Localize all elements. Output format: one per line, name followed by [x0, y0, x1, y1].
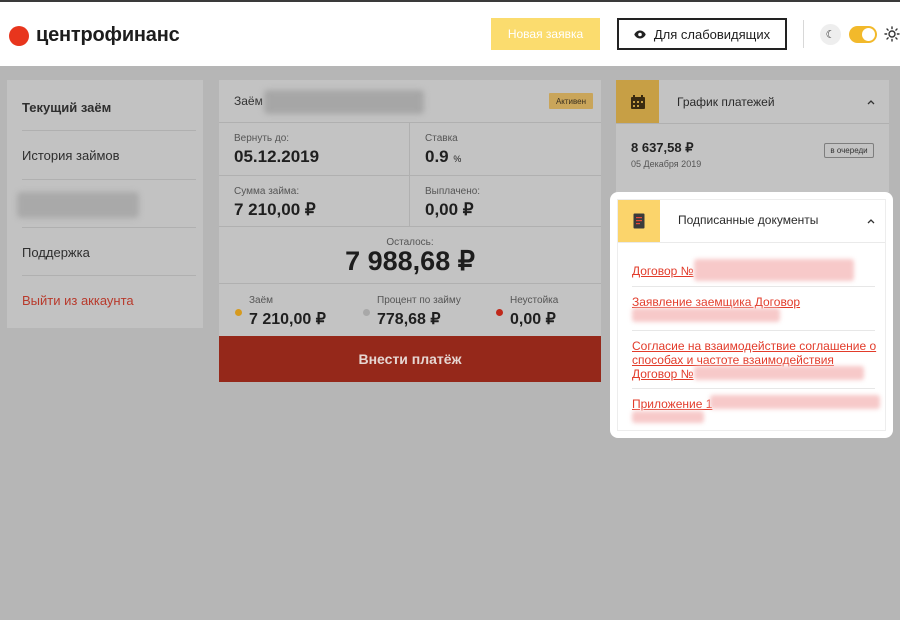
low-vision-label: Для слабовидящих [653, 26, 771, 42]
card-divider [219, 175, 601, 176]
loan-title: Заём [234, 94, 263, 108]
document-link-consent[interactable]: Согласие на взаимодействие соглашение о [632, 339, 876, 353]
schedule-amount: 8 637,58 ₽ [631, 140, 694, 155]
rate-unit: % [453, 154, 462, 164]
breakdown-interest-value: 778,68 ₽ [377, 311, 441, 328]
top-header: центрофинанс Новая заявка Для слабовидящ… [0, 0, 900, 66]
rate-number: 0.9 [425, 147, 449, 166]
header-divider [803, 20, 804, 48]
card-divider [409, 122, 410, 226]
breakdown-penalty-value: 0,00 ₽ [510, 311, 556, 328]
card-divider [616, 123, 889, 124]
brand-name: центрофинанс [36, 24, 180, 46]
theme-toggle-knob [862, 28, 875, 41]
paid-value: 0,00 ₽ [425, 200, 474, 219]
loan-number-redacted [264, 90, 424, 114]
new-request-button[interactable]: Новая заявка [491, 18, 600, 50]
rate-label: Ставка [425, 133, 458, 144]
breakdown-loan-dot [235, 309, 242, 316]
brand-logo[interactable]: центрофинанс [9, 24, 180, 47]
menu-item-logout[interactable]: Выйти из аккаунта [22, 293, 196, 308]
document-icon-glyph [633, 213, 645, 229]
document-link-consent-line2[interactable]: способах и частоте взаимодействия [632, 353, 834, 367]
document-link-contract[interactable]: Договор № [632, 264, 694, 278]
document-link-appendix[interactable]: Приложение 1 [632, 397, 712, 411]
card-divider [618, 242, 885, 243]
chevron-up-icon[interactable] [866, 97, 876, 107]
schedule-date: 05 Декабря 2019 [631, 159, 702, 169]
menu-item-loan-history[interactable]: История займов [22, 148, 196, 163]
brand-logo-mark [9, 25, 29, 46]
payment-schedule-card: График платежей 8 637,58 ₽ 05 Декабря 20… [616, 80, 889, 192]
status-badge: Активен [549, 93, 593, 109]
card-divider [219, 122, 601, 123]
theme-toggle[interactable] [849, 26, 877, 43]
return-date-value: 05.12.2019 [234, 147, 320, 166]
signed-documents-panel: Подписанные документы Договор № Заявлени… [610, 192, 893, 438]
menu-divider [22, 179, 196, 180]
moon-icon: ☾ [825, 29, 836, 41]
eye-icon [634, 30, 646, 38]
chevron-up-icon[interactable] [866, 216, 876, 226]
breakdown-loan-label: Заём [249, 295, 274, 306]
menu-item-redacted[interactable] [17, 192, 139, 218]
document-divider [632, 388, 875, 389]
breakdown-interest-label: Процент по займу [377, 295, 461, 306]
menu-item-current-loan[interactable]: Текущий заём [22, 100, 196, 115]
breakdown-loan-value: 7 210,00 ₽ [249, 311, 326, 328]
sun-icon[interactable] [884, 26, 900, 42]
loan-amount-label: Сумма займа: [234, 186, 300, 197]
menu-item-support[interactable]: Поддержка [22, 245, 196, 260]
redacted-text [710, 395, 880, 409]
menu-divider [22, 130, 196, 131]
document-icon [618, 200, 660, 242]
redacted-text [632, 308, 780, 322]
low-vision-button[interactable]: Для слабовидящих [617, 18, 787, 50]
document-link-application[interactable]: Заявление заемщика Договор [632, 295, 800, 309]
account-menu: Текущий заём История займов Поддержка Вы… [7, 80, 203, 328]
redacted-text [694, 366, 864, 380]
redacted-text [694, 259, 854, 281]
redacted-text [632, 411, 704, 423]
loan-card: Заём Активен Вернуть до: 05.12.2019 Став… [219, 80, 601, 382]
breakdown-interest-dot [363, 309, 370, 316]
calendar-icon-glyph [630, 94, 645, 109]
paid-label: Выплачено: [425, 186, 481, 197]
calendar-icon [616, 80, 659, 123]
remaining-value: 7 988,68 ₽ [345, 246, 475, 276]
schedule-status-badge: в очереди [824, 143, 874, 158]
document-link-consent-line3[interactable]: Договор № [632, 367, 694, 381]
card-divider [219, 283, 601, 284]
documents-title: Подписанные документы [678, 213, 819, 227]
breakdown-penalty-dot [496, 309, 503, 316]
card-divider [219, 226, 601, 227]
dark-theme-button[interactable]: ☾ [820, 24, 841, 45]
rate-value: 0.9 % [425, 147, 461, 167]
menu-divider [22, 275, 196, 276]
return-date-label: Вернуть до: [234, 133, 290, 144]
loan-amount-value: 7 210,00 ₽ [234, 200, 316, 219]
make-payment-button[interactable]: Внести платёж [219, 336, 601, 382]
breakdown-penalty-label: Неустойка [510, 295, 559, 306]
schedule-title: График платежей [677, 95, 775, 109]
menu-divider [22, 227, 196, 228]
signed-documents-card: Подписанные документы Договор № Заявлени… [617, 199, 886, 431]
document-divider [632, 286, 875, 287]
document-divider [632, 330, 875, 331]
